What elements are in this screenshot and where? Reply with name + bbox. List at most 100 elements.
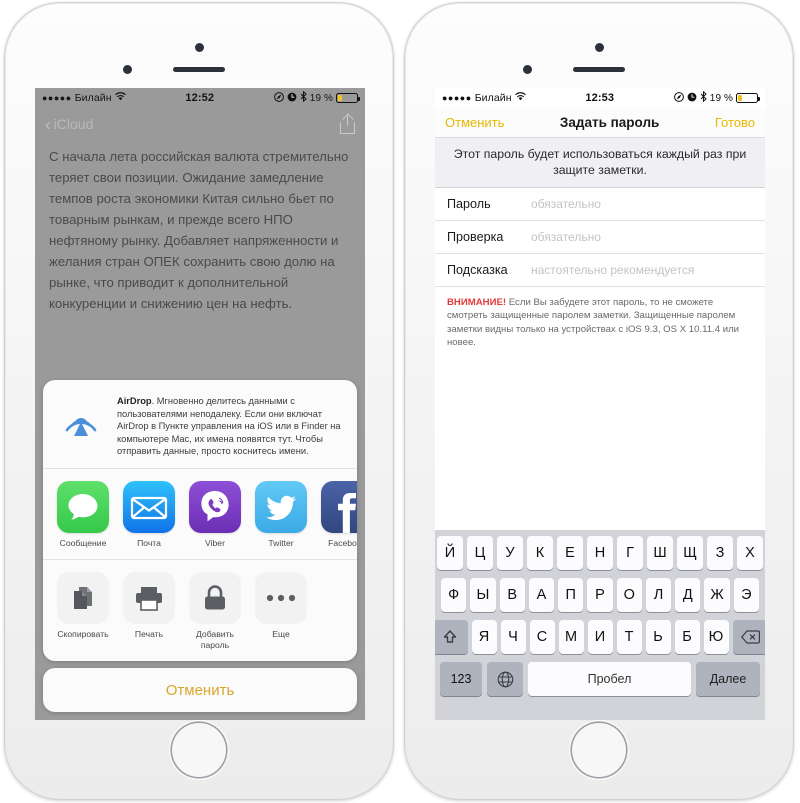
field-hint[interactable]: Подсказка настоятельно рекомендуется <box>435 254 765 287</box>
screenshot-stage: ●●●●● Билайн 12:52 19 % ‹ iCloud С начал… <box>0 0 800 803</box>
clock-label: 12:53 <box>585 92 615 104</box>
key-Э[interactable]: Э <box>733 578 759 612</box>
space-key[interactable]: Пробел <box>528 662 691 696</box>
share-action-label: Печать <box>134 629 164 639</box>
key-Й[interactable]: Й <box>437 536 463 570</box>
chevron-left-icon: ‹ <box>45 114 51 134</box>
key-А[interactable]: А <box>528 578 555 612</box>
status-left-group: ●●●●● Билайн <box>42 92 126 104</box>
home-button[interactable] <box>572 723 626 777</box>
key-Ц[interactable]: Ц <box>467 536 493 570</box>
share-sheet: AirDrop. Мгновенно делитесь данными с по… <box>43 380 357 712</box>
alarm-icon <box>687 92 697 105</box>
key-Ь[interactable]: Ь <box>645 620 671 654</box>
airdrop-title: AirDrop <box>117 396 152 407</box>
key-Ч[interactable]: Ч <box>500 620 526 654</box>
key-Б[interactable]: Б <box>674 620 700 654</box>
key-И[interactable]: И <box>587 620 613 654</box>
mail-icon <box>123 481 175 533</box>
share-sheet-card: AirDrop. Мгновенно делитесь данными с по… <box>43 380 357 661</box>
key-П[interactable]: П <box>558 578 584 612</box>
status-right-group: 19 % <box>273 90 360 105</box>
share-app-facebook[interactable]: Facebook <box>321 481 357 549</box>
sensor-icon <box>595 43 604 52</box>
password-input[interactable]: обязательно <box>531 197 765 211</box>
share-app-label: Facebook <box>328 538 357 548</box>
field-verify[interactable]: Проверка обязательно <box>435 221 765 254</box>
field-label: Пароль <box>447 197 491 211</box>
key-Ф[interactable]: Ф <box>441 578 467 612</box>
key-Т[interactable]: Т <box>616 620 642 654</box>
note-text: С начала лета российская валюта стремите… <box>49 149 349 311</box>
share-app-mail[interactable]: Почта <box>123 481 175 549</box>
cancel-button[interactable]: Отменить <box>43 668 357 712</box>
key-Я[interactable]: Я <box>471 620 497 654</box>
password-description: Этот пароль будет использоваться каждый … <box>435 138 765 188</box>
airdrop-icon <box>55 392 107 444</box>
cancel-button[interactable]: Отменить <box>445 115 504 130</box>
done-button[interactable]: Готово <box>715 115 755 130</box>
back-label: iCloud <box>53 116 94 132</box>
share-action-print[interactable]: Печать <box>123 572 175 640</box>
sensor-icon <box>195 43 204 52</box>
next-key[interactable]: Далее <box>696 662 760 696</box>
key-Л[interactable]: Л <box>645 578 672 612</box>
key-Е[interactable]: Е <box>557 536 583 570</box>
share-app-label: Почта <box>137 538 161 548</box>
back-to-icloud-button[interactable]: ‹ iCloud <box>45 116 93 133</box>
share-action-add-password[interactable]: Добавить пароль <box>189 572 241 651</box>
key-Н[interactable]: Н <box>587 536 613 570</box>
page-title: Задать пароль <box>559 115 660 130</box>
screen-right: ●●●●● Билайн 12:53 19 % Отменить Задать … <box>435 88 765 720</box>
key-Р[interactable]: Р <box>587 578 613 612</box>
earpiece-speaker <box>173 67 225 72</box>
backspace-key[interactable] <box>732 620 765 654</box>
note-share-screen: ●●●●● Билайн 12:52 19 % ‹ iCloud С начал… <box>35 88 365 720</box>
note-navbar: ‹ iCloud <box>35 108 365 140</box>
key-Ш[interactable]: Ш <box>647 536 673 570</box>
keyboard-row-2: ФЫВАПРОЛДЖЭ <box>437 578 763 612</box>
share-action-label: Скопировать <box>57 629 109 639</box>
share-action-more[interactable]: Еще <box>255 572 307 640</box>
bluetooth-icon <box>700 90 707 105</box>
key-Ж[interactable]: Ж <box>704 578 730 612</box>
carrier-label: Билайн <box>74 92 112 104</box>
share-app-twitter[interactable]: Twitter <box>255 481 307 549</box>
keyboard-row-1: ЙЦУКЕНГШЩЗХ <box>437 536 763 570</box>
key-З[interactable]: З <box>707 536 733 570</box>
field-password[interactable]: Пароль обязательно <box>435 188 765 221</box>
share-app-viber[interactable]: Viber <box>189 481 241 549</box>
front-camera-icon <box>123 65 132 74</box>
share-app-messages[interactable]: Сообщение <box>57 481 109 549</box>
key-С[interactable]: С <box>529 620 555 654</box>
key-Ю[interactable]: Ю <box>703 620 729 654</box>
key-О[interactable]: О <box>616 578 642 612</box>
key-К[interactable]: К <box>527 536 553 570</box>
warning-text: ВНИМАНИЕ! Если Вы забудете этот пароль, … <box>435 287 765 350</box>
home-button[interactable] <box>172 723 226 777</box>
status-bar-right: ●●●●● Билайн 12:53 19 % <box>435 88 765 108</box>
keyboard-row-4: 123 Пробел Далее <box>437 662 763 696</box>
battery-icon <box>336 93 360 103</box>
shift-key[interactable] <box>435 620 468 654</box>
battery-percent-label: 19 % <box>309 92 333 104</box>
numbers-key[interactable]: 123 <box>440 662 482 696</box>
verify-input[interactable]: обязательно <box>531 230 765 244</box>
key-Щ[interactable]: Щ <box>677 536 703 570</box>
key-Ы[interactable]: Ы <box>470 578 496 612</box>
key-Х[interactable]: Х <box>737 536 763 570</box>
keyboard-row-3: ЯЧСМИТЬБЮ <box>435 620 765 654</box>
password-fields: Пароль обязательно Проверка обязательно … <box>435 188 765 287</box>
key-Г[interactable]: Г <box>617 536 643 570</box>
key-Д[interactable]: Д <box>675 578 701 612</box>
key-У[interactable]: У <box>497 536 523 570</box>
hint-input[interactable]: настоятельно рекомендуется <box>531 263 765 277</box>
share-app-label: Сообщение <box>59 538 107 548</box>
share-icon[interactable] <box>340 112 355 134</box>
key-В[interactable]: В <box>499 578 525 612</box>
globe-icon[interactable] <box>487 662 523 696</box>
key-М[interactable]: М <box>558 620 584 654</box>
status-bar-left: ●●●●● Билайн 12:52 19 % <box>35 88 365 108</box>
share-action-copy[interactable]: Скопировать <box>57 572 109 640</box>
screen-left: ●●●●● Билайн 12:52 19 % ‹ iCloud С начал… <box>35 88 365 720</box>
